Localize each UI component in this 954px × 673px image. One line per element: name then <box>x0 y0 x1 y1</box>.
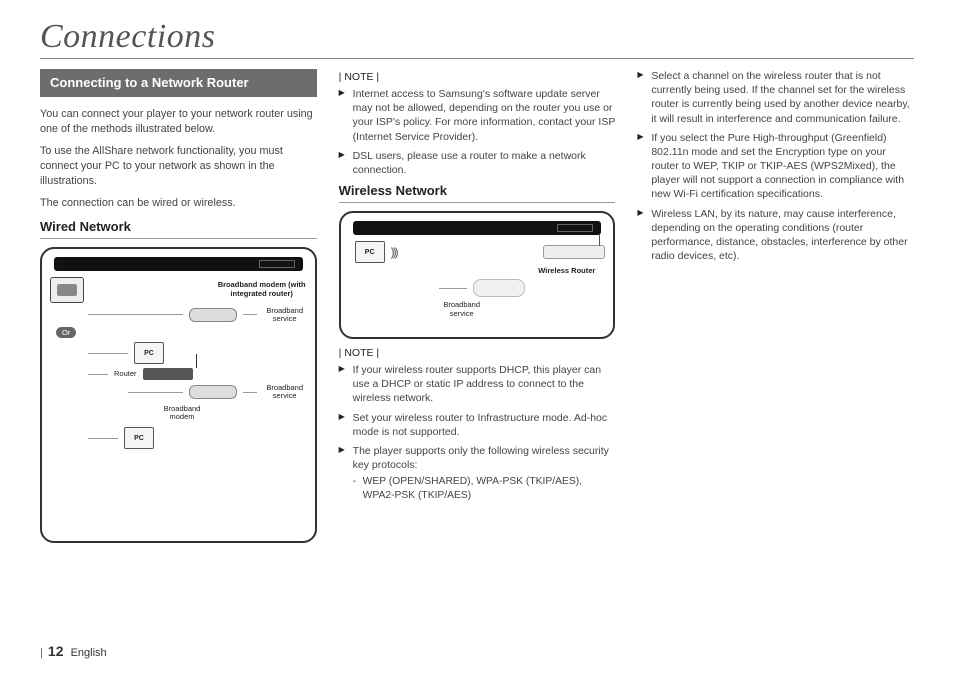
lan-port-icon <box>50 277 84 303</box>
pc-icon <box>355 241 385 263</box>
wired-heading: Wired Network <box>40 219 317 234</box>
cable-icon <box>88 353 128 354</box>
cable-icon <box>88 374 108 375</box>
divider <box>339 202 616 203</box>
intro-paragraph-3: The connection can be wired or wireless. <box>40 196 317 211</box>
divider <box>40 238 317 239</box>
broadband-service-label-3: Broadband service <box>437 301 487 318</box>
page-number: 12 <box>48 643 64 659</box>
pc-icon <box>124 427 154 449</box>
pc-icon <box>134 342 164 364</box>
note-item: Select a channel on the wireless router … <box>637 69 914 126</box>
note-item: The player supports only the following w… <box>339 444 616 503</box>
note-item: If your wireless router supports DHCP, t… <box>339 363 616 406</box>
wireless-network-diagram: ))) Wireless Router Broadband service <box>339 211 616 339</box>
note-item: Set your wireless router to Infrastructu… <box>339 411 616 439</box>
note-item-text: The player supports only the following w… <box>353 445 609 471</box>
page-title: Connections <box>40 18 914 59</box>
column-1: Connecting to a Network Router You can c… <box>40 69 317 551</box>
content-columns: Connecting to a Network Router You can c… <box>40 69 914 551</box>
modem-icon <box>473 279 525 297</box>
router-label: Router <box>114 370 137 378</box>
or-label: Or <box>56 327 76 338</box>
modem-icon <box>189 308 237 322</box>
cable-icon <box>88 438 118 439</box>
note-label-top: NOTE <box>339 71 616 83</box>
intro-paragraph-2: To use the AllShare network functionalit… <box>40 144 317 188</box>
modem-icon <box>189 385 237 399</box>
player-device-icon <box>353 221 602 235</box>
integrated-modem-label: Broadband modem (with integrated router) <box>217 281 307 298</box>
intro-paragraph-1: You can connect your player to your netw… <box>40 107 317 136</box>
note-label-wireless: NOTE <box>339 347 616 359</box>
note-item: Wireless LAN, by its nature, may cause i… <box>637 207 914 264</box>
wireless-heading: Wireless Network <box>339 183 616 198</box>
wired-network-diagram: Broadband modem (with integrated router)… <box>40 247 317 543</box>
broadband-modem-label: Broadband modem <box>160 405 204 422</box>
note-subitem: WEP (OPEN/SHARED), WPA-PSK (TKIP/AES), W… <box>353 475 616 503</box>
broadband-service-label-2: Broadband service <box>263 384 307 401</box>
player-device-icon <box>54 257 303 271</box>
note-list-wireless: If your wireless router supports DHCP, t… <box>339 363 616 503</box>
note-item: If you select the Pure High-throughput (… <box>637 131 914 202</box>
note-list-right: Select a channel on the wireless router … <box>637 69 914 263</box>
note-sublist: WEP (OPEN/SHARED), WPA-PSK (TKIP/AES), W… <box>353 475 616 503</box>
cable-icon <box>243 392 257 393</box>
page-footer: 12 English <box>40 643 107 659</box>
cable-icon <box>243 314 257 315</box>
note-item: Internet access to Samsung's software up… <box>339 87 616 144</box>
section-heading: Connecting to a Network Router <box>40 69 317 97</box>
wifi-icon: ))) <box>391 245 397 259</box>
cable-icon <box>88 314 183 315</box>
router-icon <box>143 368 193 380</box>
wireless-router-label: Wireless Router <box>538 267 595 275</box>
cable-icon <box>128 392 183 393</box>
wireless-router-icon <box>543 245 605 259</box>
cable-icon <box>439 288 467 289</box>
column-2: NOTE Internet access to Samsung's softwa… <box>339 69 616 551</box>
note-list-top: Internet access to Samsung's software up… <box>339 87 616 177</box>
note-item: DSL users, please use a router to make a… <box>339 149 616 177</box>
page-language: English <box>71 647 107 659</box>
broadband-service-label-1: Broadband service <box>263 307 307 324</box>
column-3: Select a channel on the wireless router … <box>637 69 914 551</box>
